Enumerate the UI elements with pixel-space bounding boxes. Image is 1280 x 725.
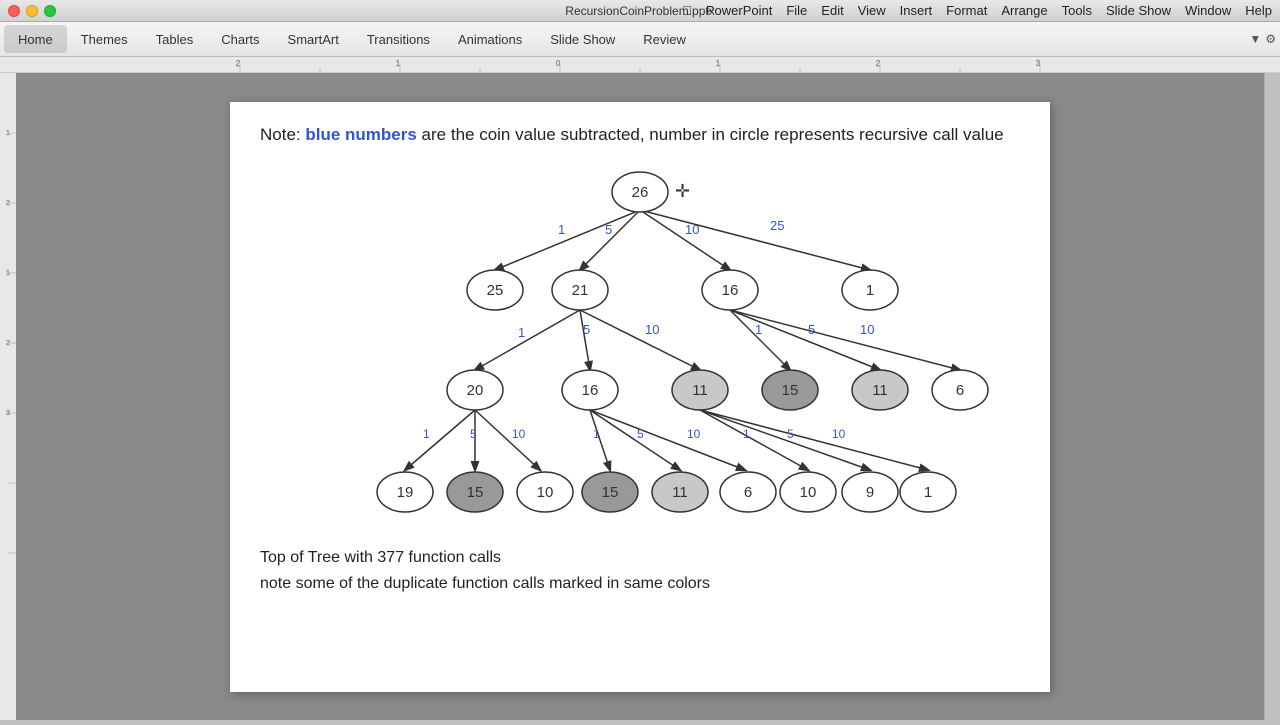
svg-text:3: 3	[6, 410, 10, 417]
toolbar: Home Themes Tables Charts SmartArt Trans…	[0, 22, 1280, 57]
svg-text:10: 10	[645, 322, 659, 337]
svg-text:1: 1	[423, 427, 430, 441]
svg-text:10: 10	[685, 222, 699, 237]
svg-text:15: 15	[782, 382, 799, 399]
svg-text:1: 1	[743, 427, 750, 441]
svg-text:10: 10	[860, 322, 874, 337]
minimize-button[interactable]	[26, 5, 38, 17]
tab-themes[interactable]: Themes	[67, 25, 142, 53]
vertical-ruler: 1 2 1 2 3	[0, 73, 16, 720]
svg-text:25: 25	[487, 282, 504, 299]
svg-text:15: 15	[467, 484, 484, 501]
svg-text:0: 0	[556, 59, 561, 68]
note-prefix: Note:	[260, 125, 305, 144]
right-scrollbar[interactable]	[1264, 73, 1280, 720]
svg-text:11: 11	[872, 382, 888, 399]
menu-view[interactable]: View	[858, 3, 886, 18]
svg-text:✛: ✛	[675, 181, 690, 201]
maximize-button[interactable]	[44, 5, 56, 17]
svg-text:2: 2	[876, 59, 881, 68]
svg-text:1: 1	[924, 484, 932, 501]
horizontal-ruler: 2 1 0 1 2 3	[0, 57, 1280, 73]
svg-text:10: 10	[832, 427, 846, 441]
menu-window[interactable]: Window	[1185, 3, 1231, 18]
menu-bar:  PowerPoint File Edit View Insert Forma…	[682, 3, 1272, 18]
menu-format[interactable]: Format	[946, 3, 987, 18]
svg-text:5: 5	[787, 427, 794, 441]
toolbar-settings[interactable]: ⚙	[1265, 32, 1276, 46]
svg-text:9: 9	[866, 484, 874, 501]
note-text: Note: blue numbers are the coin value su…	[260, 122, 1020, 148]
svg-text:25: 25	[770, 218, 784, 233]
toolbar-chevron[interactable]: ▼	[1249, 32, 1261, 46]
svg-text:1: 1	[716, 59, 721, 68]
blue-numbers-text: blue numbers	[305, 125, 416, 144]
svg-text:1: 1	[6, 130, 10, 137]
note-suffix: are the coin value subtracted, number in…	[417, 125, 1004, 144]
menu-arrange[interactable]: Arrange	[1001, 3, 1047, 18]
bottom-line1: Top of Tree with 377 function calls	[260, 545, 1020, 571]
svg-text:15: 15	[602, 484, 619, 501]
menu-edit[interactable]: Edit	[821, 3, 843, 18]
main-area: 1 2 1 2 3 Note: blue numbers are the coi…	[0, 73, 1280, 720]
menu-file[interactable]: File	[786, 3, 807, 18]
tab-charts[interactable]: Charts	[207, 25, 273, 53]
svg-text:6: 6	[744, 484, 752, 501]
svg-text:5: 5	[470, 427, 477, 441]
svg-text:2: 2	[6, 340, 10, 347]
svg-text:10: 10	[687, 427, 701, 441]
tab-animations[interactable]: Animations	[444, 25, 536, 53]
svg-text:5: 5	[808, 322, 815, 337]
bottom-line2: note some of the duplicate function call…	[260, 571, 1020, 597]
svg-text:10: 10	[512, 427, 526, 441]
svg-text:1: 1	[866, 282, 874, 299]
svg-text:20: 20	[467, 382, 484, 399]
slide[interactable]: Note: blue numbers are the coin value su…	[230, 102, 1050, 692]
tab-tables[interactable]: Tables	[142, 25, 208, 53]
menu-powerpoint[interactable]: PowerPoint	[706, 3, 772, 18]
svg-text:2: 2	[236, 59, 241, 68]
svg-text:10: 10	[800, 484, 817, 501]
svg-text:5: 5	[583, 322, 590, 337]
tab-smartart[interactable]: SmartArt	[274, 25, 353, 53]
svg-text:19: 19	[397, 484, 414, 501]
svg-text:3: 3	[1036, 59, 1041, 68]
window-title: RecursionCoinProblem.pptx	[565, 4, 714, 18]
svg-text:1: 1	[396, 59, 401, 68]
menu-tools[interactable]: Tools	[1062, 3, 1092, 18]
window-controls	[8, 5, 56, 17]
svg-text:2: 2	[6, 200, 10, 207]
svg-text:10: 10	[537, 484, 554, 501]
tab-review[interactable]: Review	[629, 25, 700, 53]
svg-text:1: 1	[518, 325, 525, 340]
tree-diagram: 1 5 10 25 1 5 10	[260, 157, 1020, 537]
tab-slideshow[interactable]: Slide Show	[536, 25, 629, 53]
close-button[interactable]	[8, 5, 20, 17]
tree-svg: 1 5 10 25 1 5 10	[260, 157, 1020, 537]
svg-text:26: 26	[632, 184, 649, 201]
menu-help[interactable]: Help	[1245, 3, 1272, 18]
bottom-text: Top of Tree with 377 function calls note…	[260, 545, 1020, 596]
menu-slideshow[interactable]: Slide Show	[1106, 3, 1171, 18]
tab-transitions[interactable]: Transitions	[353, 25, 444, 53]
svg-text:21: 21	[572, 282, 589, 299]
svg-text:11: 11	[672, 484, 688, 501]
svg-text:1: 1	[755, 322, 762, 337]
svg-text:11: 11	[692, 382, 708, 399]
svg-text:1: 1	[558, 222, 565, 237]
svg-text:1: 1	[6, 270, 10, 277]
svg-text:5: 5	[605, 222, 612, 237]
svg-text:1: 1	[593, 427, 600, 441]
svg-text:16: 16	[722, 282, 739, 299]
titlebar:  PowerPoint File Edit View Insert Forma…	[0, 0, 1280, 22]
svg-text:5: 5	[637, 427, 644, 441]
menu-insert[interactable]: Insert	[900, 3, 933, 18]
tab-home[interactable]: Home	[4, 25, 67, 53]
svg-text:16: 16	[582, 382, 599, 399]
slide-area: Note: blue numbers are the coin value su…	[16, 73, 1264, 720]
svg-text:6: 6	[956, 382, 964, 399]
